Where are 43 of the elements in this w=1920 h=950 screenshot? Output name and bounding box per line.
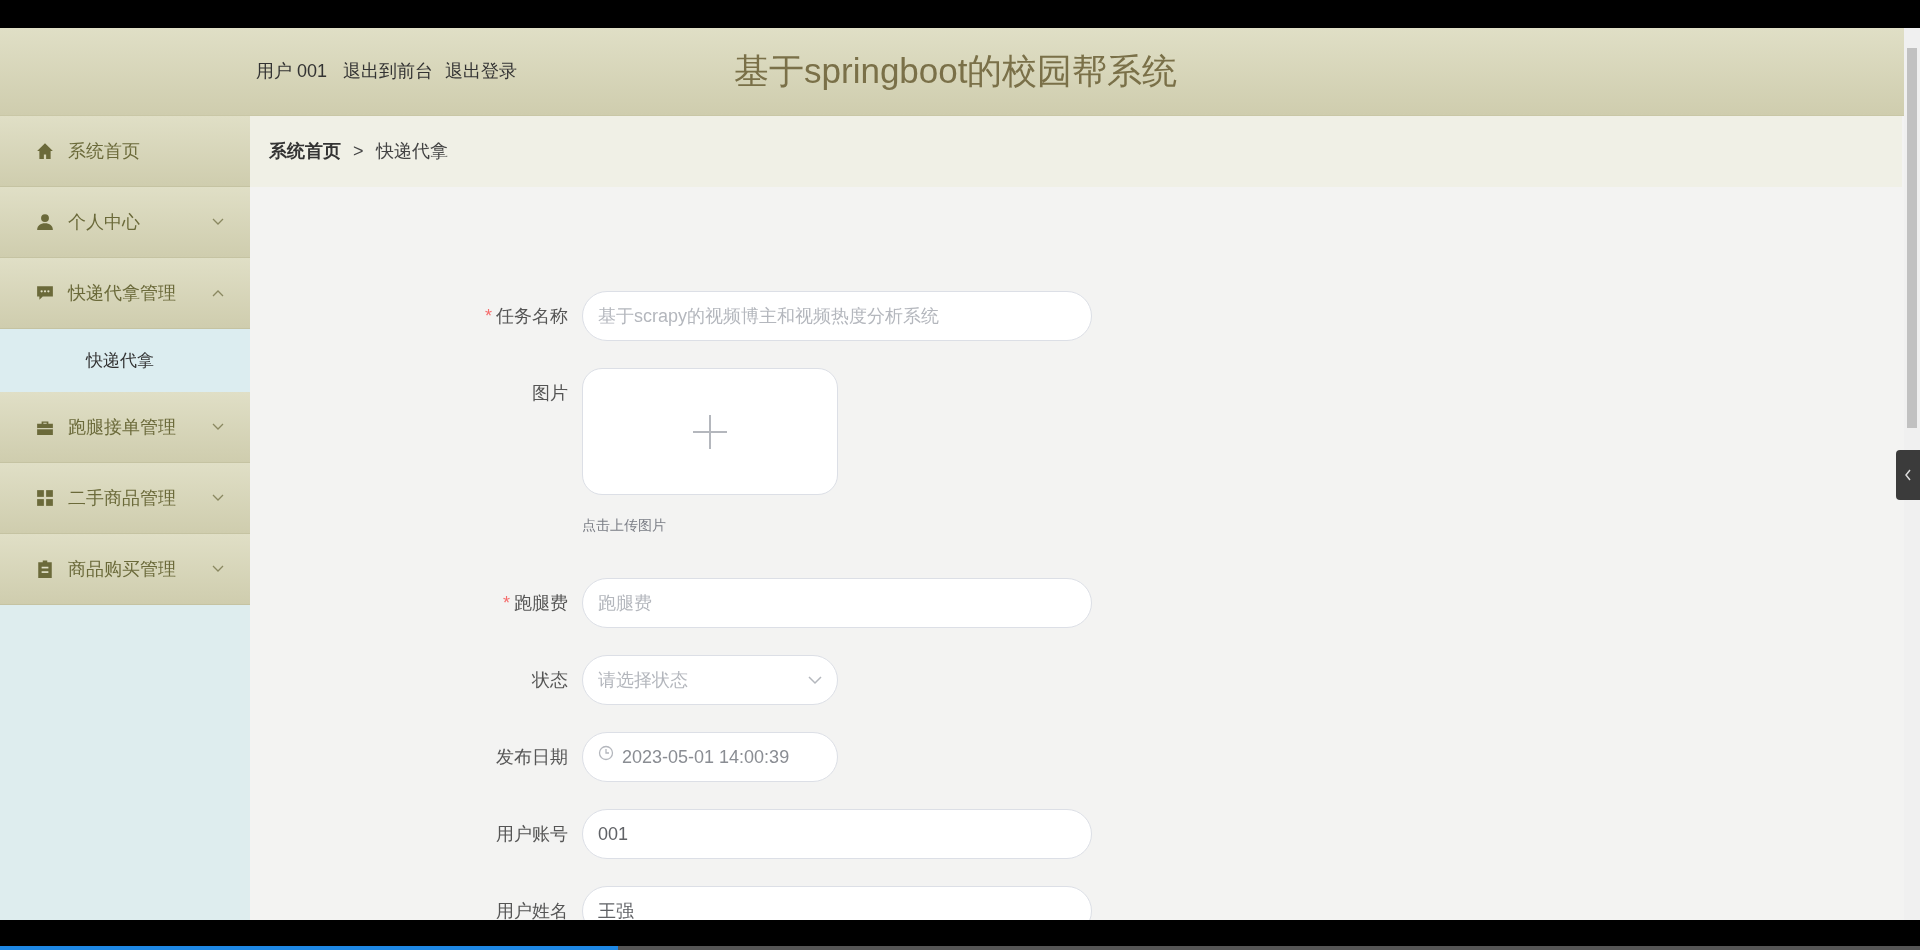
scrollbar-thumb[interactable]	[1907, 48, 1917, 428]
field-label: 发布日期	[496, 746, 568, 769]
menu-item[interactable]: 个人中心	[0, 187, 250, 258]
chevron-left-icon	[1904, 469, 1912, 481]
person-icon	[36, 213, 54, 231]
breadcrumb-link[interactable]: 系统首页	[269, 138, 341, 165]
menu-item[interactable]: 系统首页	[0, 116, 250, 187]
clock-icon	[598, 745, 614, 761]
plus-icon	[692, 413, 728, 450]
briefcase-icon	[36, 418, 54, 436]
field-label: 图片	[532, 382, 568, 405]
breadcrumb-separator: >	[353, 140, 364, 163]
chat-bubble-icon	[36, 284, 54, 302]
menu-item[interactable]: 商品购买管理	[0, 534, 250, 605]
menu-item[interactable]: 二手商品管理	[0, 463, 250, 534]
input-field[interactable]: 001	[582, 809, 1092, 859]
input-field[interactable]: 王强	[582, 886, 1092, 920]
collapse-tab[interactable]	[1896, 450, 1920, 500]
select-field[interactable]: 请选择状态	[582, 655, 838, 705]
date-field[interactable]: 2023-05-01 14:00:39	[582, 732, 838, 782]
chevron-down-icon	[808, 675, 822, 685]
input-field[interactable]: 基于scrapy的视频博主和视频热度分析系统	[582, 291, 1092, 341]
required-asterisk: *	[485, 305, 492, 328]
field-label: 用户账号	[496, 823, 568, 846]
header-link[interactable]: 退出到前台	[343, 58, 434, 85]
menu-item[interactable]: 跑腿接单管理	[0, 392, 250, 463]
field-label: 用户姓名	[496, 900, 568, 920]
app-title: 基于springboot的校园帮系统	[734, 50, 1178, 93]
required-asterisk: *	[503, 592, 510, 615]
upload-hint: 点击上传图片	[582, 516, 667, 535]
grid-icon	[36, 489, 54, 507]
field-label: 状态	[532, 669, 568, 692]
video-progress-track[interactable]	[0, 946, 1920, 950]
menu-item[interactable]: 快递代拿管理	[0, 258, 250, 329]
header-link[interactable]: 退出登录	[445, 58, 518, 85]
upload-box[interactable]	[582, 368, 838, 495]
breadcrumb-link[interactable]: 快递代拿	[375, 138, 448, 165]
field-label: 跑腿费	[514, 592, 568, 615]
user-label: 用户 001	[256, 60, 328, 83]
clipboard-icon	[36, 560, 54, 578]
field-label: 任务名称	[496, 305, 568, 328]
input-field[interactable]: 跑腿费	[582, 578, 1092, 628]
home-icon	[36, 142, 54, 160]
